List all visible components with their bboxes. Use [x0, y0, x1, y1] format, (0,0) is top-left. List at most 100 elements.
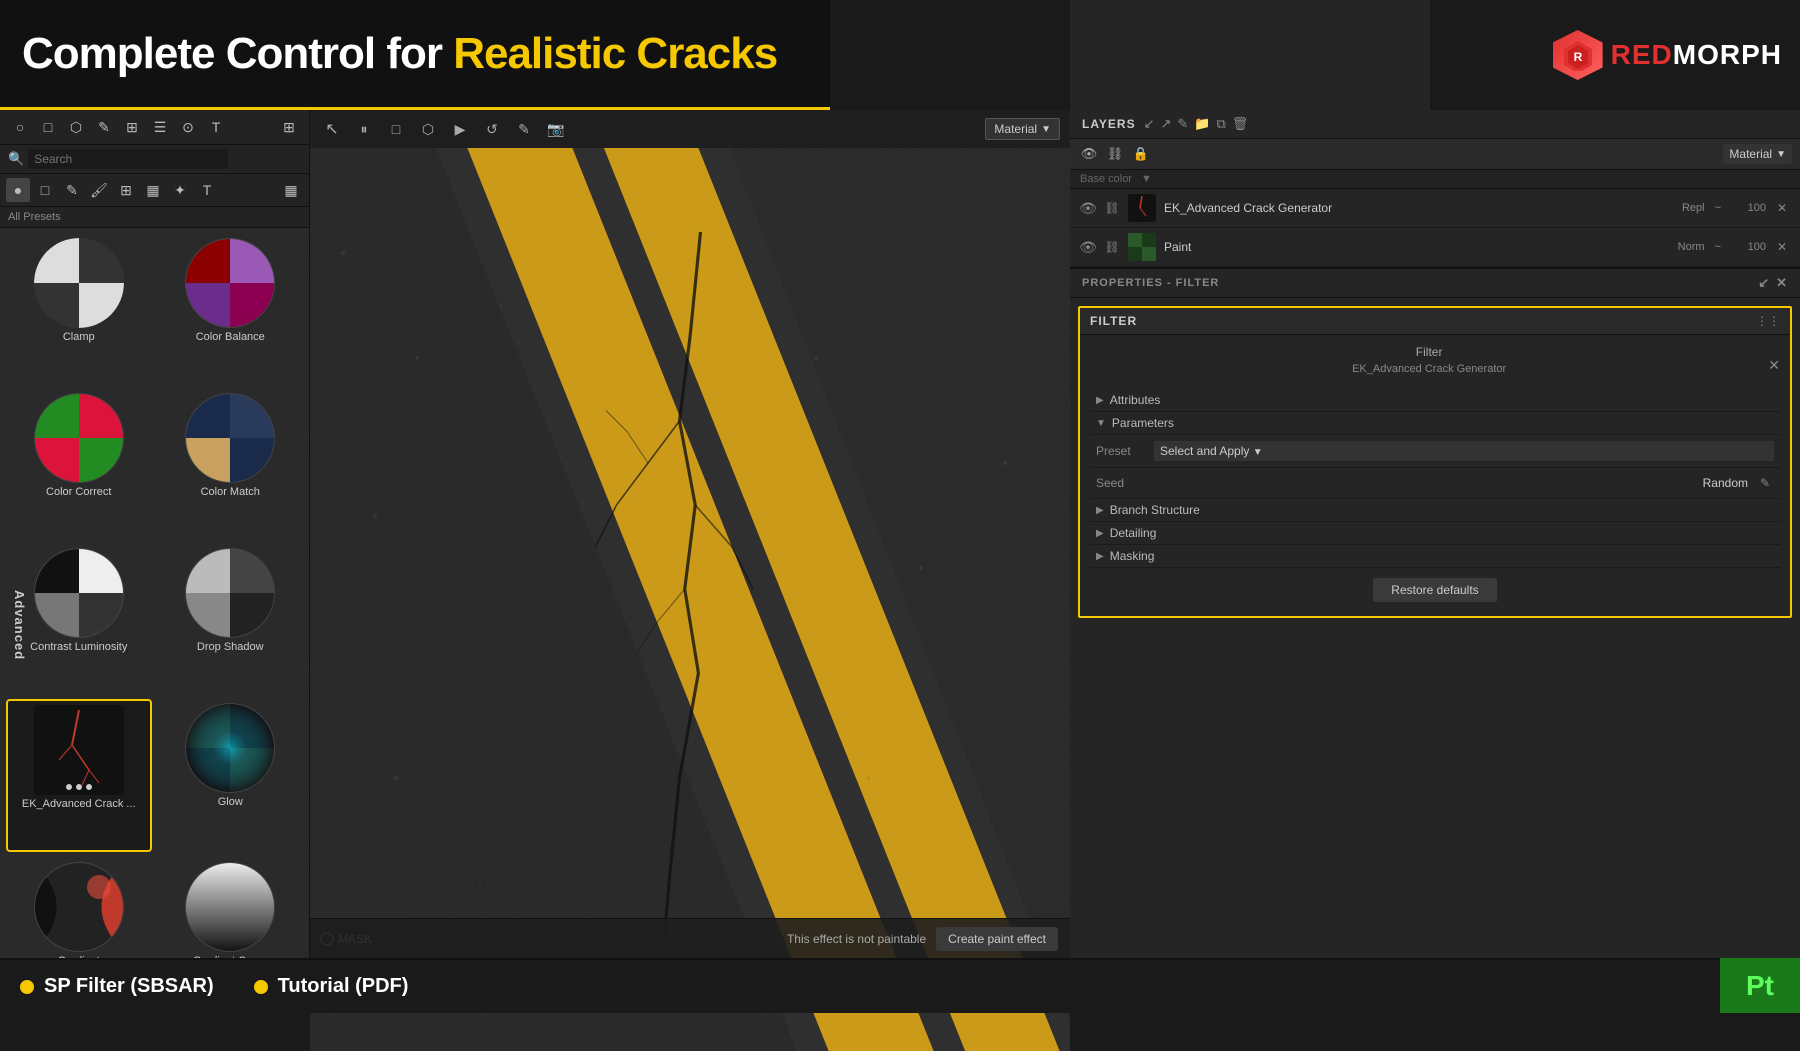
filter-item-clamp[interactable]: Clamp — [6, 234, 152, 383]
material-select-dropdown[interactable]: Material ▼ — [1723, 144, 1792, 164]
vp-tool-rotate[interactable]: ↺ — [480, 117, 504, 141]
type-text[interactable]: T — [195, 178, 219, 202]
tool-square[interactable]: □ — [36, 115, 60, 139]
layers-action-5[interactable]: ⧉ — [1216, 116, 1225, 132]
filter-section-detailing[interactable]: ▶ Detailing — [1090, 522, 1780, 545]
seed-edit-icon[interactable]: ✎ — [1756, 474, 1774, 492]
layer-row-paint[interactable]: 👁 ⛓ Paint Norm ~ 100 ✕ — [1070, 228, 1800, 267]
tool-nodes[interactable]: ⊙ — [176, 115, 200, 139]
pt-logo: Pt — [1720, 958, 1800, 1013]
bottom-item-filter: SP Filter (SBSAR) — [20, 975, 214, 998]
type-grid[interactable]: ▦ — [141, 178, 165, 202]
left-toolbar: ○ □ ⬡ ✎ ⊞ ☰ ⊙ T ⊞ — [0, 110, 309, 145]
layer-chain-crack[interactable]: ⛓ — [1104, 200, 1120, 216]
tool-grid1[interactable]: ⊞ — [120, 115, 144, 139]
filter-section-branch[interactable]: ▶ Branch Structure — [1090, 499, 1780, 522]
vp-tool-camera[interactable]: 📷 — [544, 117, 568, 141]
layer-eye-crack[interactable]: 👁 — [1080, 200, 1096, 216]
layers-action-3[interactable]: ✎ — [1177, 116, 1188, 132]
layers-action-2[interactable]: ↗ — [1160, 116, 1171, 132]
tool-list[interactable]: ☰ — [148, 115, 172, 139]
filter-chevron-detailing: ▶ — [1096, 528, 1104, 539]
grid-view-icon[interactable]: ⊞ — [277, 115, 301, 139]
filter-panel-title: FILTER — [1090, 314, 1137, 328]
filter-thumb-color-balance — [185, 238, 275, 328]
filter-item-color-match[interactable]: Color Match — [158, 389, 304, 538]
vp-tool-rect[interactable]: □ — [384, 117, 408, 141]
layer-tool-link[interactable]: ⛓ — [1104, 143, 1126, 165]
filter-panel-header: FILTER ⋮⋮ — [1080, 308, 1790, 335]
layer-rows: 👁 ⛓ EK_Advanced Crack Generator Repl ~ 1… — [1070, 189, 1800, 267]
filter-panel: FILTER ⋮⋮ Filter EK_Advanced Crack Gener… — [1078, 306, 1792, 618]
filter-detailing-label: Detailing — [1110, 526, 1157, 540]
filter-section-masking[interactable]: ▶ Masking — [1090, 545, 1780, 568]
filter-masking-label: Masking — [1110, 549, 1155, 563]
create-paint-effect-button[interactable]: Create paint effect — [936, 927, 1058, 951]
filter-section-attributes[interactable]: ▶ Attributes — [1090, 389, 1780, 412]
layer-row-crack[interactable]: 👁 ⛓ EK_Advanced Crack Generator Repl ~ 1… — [1070, 189, 1800, 228]
type-brush[interactable]: 🖌 — [87, 178, 111, 202]
bottom-label-filter: SP Filter (SBSAR) — [44, 975, 214, 998]
filter-close-icon[interactable]: ✕ — [1768, 357, 1780, 374]
tool-text[interactable]: T — [204, 115, 228, 139]
filter-item-drop-shadow[interactable]: Drop Shadow — [158, 544, 304, 693]
filter-item-glow[interactable]: Glow — [158, 699, 304, 852]
type-pen[interactable]: ✎ — [60, 178, 84, 202]
vp-tool-video[interactable]: ▶ — [448, 117, 472, 141]
bottom-bar: SP Filter (SBSAR) Tutorial (PDF) Pt — [0, 958, 1800, 1013]
logo-icon: R — [1553, 30, 1603, 80]
layer-chain-paint[interactable]: ⛓ — [1104, 239, 1120, 255]
paint-effect-message: This effect is not paintable — [787, 932, 926, 946]
filter-label-contrast: Contrast Luminosity — [30, 641, 127, 653]
layers-action-1[interactable]: ↙ — [1144, 116, 1155, 132]
type-circle[interactable]: ● — [6, 178, 30, 202]
filter-label-color-match: Color Match — [201, 486, 260, 498]
filter-item-ek-crack[interactable]: EK_Advanced Crack ... — [6, 699, 152, 852]
bottom-dot-filter — [20, 980, 34, 994]
layer-close-paint[interactable]: ✕ — [1774, 239, 1790, 255]
prop-action-close[interactable]: ✕ — [1776, 275, 1788, 291]
filter-label-drop-shadow: Drop Shadow — [197, 641, 264, 653]
left-panel: ○ □ ⬡ ✎ ⊞ ☰ ⊙ T ⊞ 🔍 ● □ ✎ 🖌 ⊞ ▦ ✦ T ▦ Al… — [0, 0, 310, 1013]
layer-tool-lock[interactable]: 🔒 — [1130, 143, 1152, 165]
type-layers[interactable]: ⊞ — [114, 178, 138, 202]
base-color-dropdown-icon[interactable]: ▼ — [1141, 173, 1152, 185]
seed-label: Seed — [1096, 476, 1146, 490]
tool-hex[interactable]: ⬡ — [64, 115, 88, 139]
layers-action-4[interactable]: 📁 — [1194, 116, 1210, 132]
filter-thumb-drop-shadow — [185, 548, 275, 638]
layer-tool-eye[interactable]: 👁 — [1078, 143, 1100, 165]
prop-action-restore[interactable]: ↙ — [1758, 275, 1770, 291]
filter-item-contrast[interactable]: Contrast Luminosity — [6, 544, 152, 693]
filter-thumb-gradient — [34, 862, 124, 952]
vp-tool-pen[interactable]: ✎ — [512, 117, 536, 141]
filter-item-color-balance[interactable]: Color Balance — [158, 234, 304, 383]
vp-tool-cursor[interactable]: ↖ — [320, 117, 344, 141]
vp-tool-hex[interactable]: ⬡ — [416, 117, 440, 141]
filter-panel-icon-menu[interactable]: ⋮⋮ — [1756, 314, 1780, 328]
filter-thumb-glow — [185, 703, 275, 793]
restore-defaults-button[interactable]: Restore defaults — [1373, 578, 1496, 602]
filter-label-color-balance: Color Balance — [196, 331, 265, 343]
type-square[interactable]: □ — [33, 178, 57, 202]
layer-close-crack[interactable]: ✕ — [1774, 200, 1790, 216]
material-dropdown[interactable]: Material ▼ — [985, 118, 1060, 140]
grid-toggle-icon[interactable]: ▦ — [279, 178, 303, 202]
tool-pen[interactable]: ✎ — [92, 115, 116, 139]
preset-select[interactable]: Select and Apply ▼ — [1154, 441, 1774, 461]
layer-blend-paint: Norm — [1678, 241, 1705, 253]
filter-thumb-clamp — [34, 238, 124, 328]
layer-eye-paint[interactable]: 👁 — [1080, 239, 1096, 255]
filter-label-glow: Glow — [218, 796, 243, 808]
search-input[interactable] — [28, 149, 228, 169]
properties-header: PROPERTIES - FILTER ↙ ✕ — [1070, 268, 1800, 298]
layer-thumb-paint — [1128, 233, 1156, 261]
layers-action-6[interactable]: 🗑 — [1232, 116, 1249, 132]
vp-tool-pause[interactable]: ⏸ — [352, 117, 376, 141]
tool-circle[interactable]: ○ — [8, 115, 32, 139]
type-star[interactable]: ✦ — [168, 178, 192, 202]
layers-header: LAYERS ↙ ↗ ✎ 📁 ⧉ 🗑 — [1070, 110, 1800, 139]
filter-item-color-correct[interactable]: Color Correct — [6, 389, 152, 538]
filter-section-parameters[interactable]: ▼ Parameters — [1090, 412, 1780, 435]
properties-header-actions: ↙ ✕ — [1758, 275, 1788, 291]
